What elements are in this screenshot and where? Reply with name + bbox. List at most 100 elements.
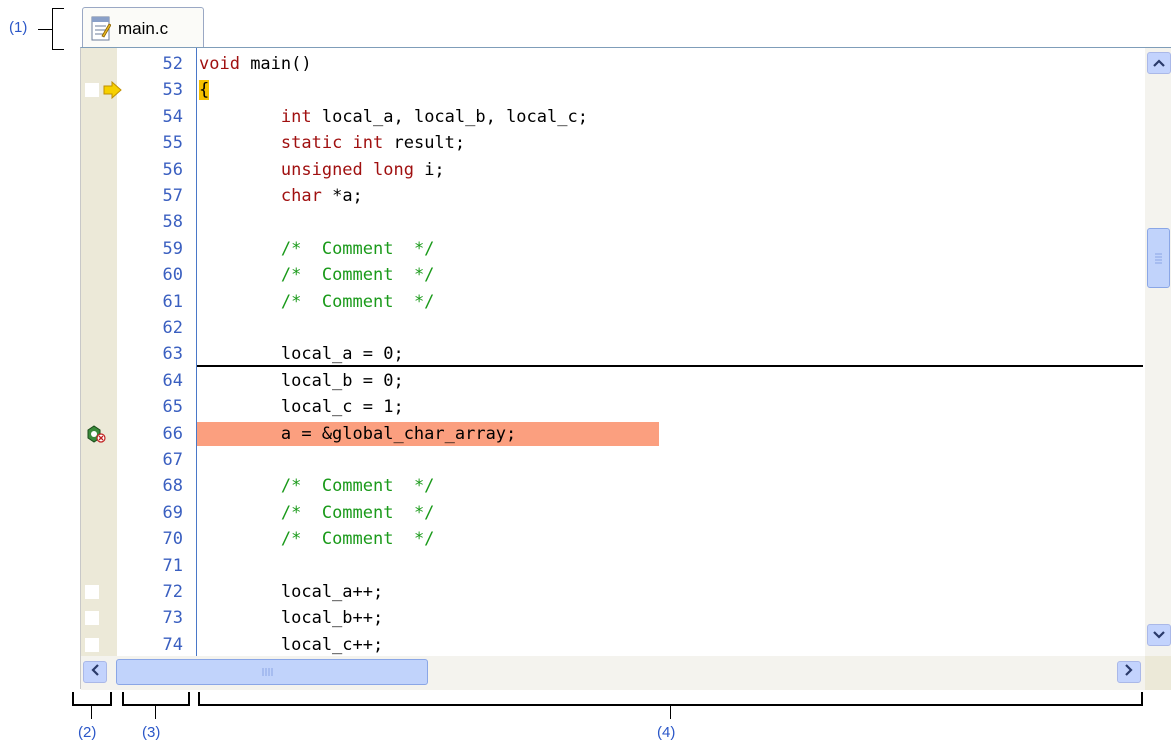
keyword-token: char (280, 186, 322, 206)
comment-token: /* Comment */ (280, 476, 435, 497)
code-text: char *a; (199, 186, 363, 206)
code-text: local_c = 1; (199, 397, 404, 417)
code-line: 53 { (81, 78, 1143, 104)
vertical-scroll-thumb[interactable] (1147, 228, 1170, 288)
code-token: local_b = 0; (199, 370, 404, 391)
line-number: 59 (162, 238, 183, 259)
code-token: result; (383, 133, 466, 154)
breakpoint-icon[interactable] (85, 424, 107, 449)
callout-1-bracket (52, 8, 53, 50)
line-number: 57 (162, 186, 183, 206)
code-token: { (199, 80, 210, 101)
horizontal-scrollbar[interactable] (81, 656, 1145, 690)
code-line: 68 /* Comment */ (81, 474, 1143, 500)
code-line: 57 char *a; (81, 184, 1143, 210)
code-token: local_c = 1; (199, 397, 404, 418)
scroll-left-button[interactable] (83, 661, 107, 683)
bracket-2-right (110, 692, 112, 704)
code-line: 70 /* Comment */ (81, 527, 1143, 553)
tab-main-c[interactable]: main.c (82, 7, 204, 49)
line-number: 62 (162, 318, 183, 338)
code-token: i; (413, 159, 445, 180)
line-number: 68 (162, 476, 183, 497)
code-text: /* Comment */ (199, 502, 435, 523)
code-line: 60 /* Comment */ (81, 263, 1143, 289)
code-line: 71 (81, 554, 1143, 580)
bracket-4-leader (670, 705, 671, 719)
callout-2: (2) (78, 724, 97, 741)
code-line: 72 local_a++; (81, 580, 1143, 606)
scroll-up-button[interactable] (1147, 52, 1171, 74)
scroll-right-button[interactable] (1117, 661, 1141, 683)
code-line: 66 a = &global_char_array; (81, 421, 1143, 449)
line-number: 65 (162, 397, 183, 418)
code-text: /* Comment */ (199, 292, 435, 312)
chevron-left-icon (91, 663, 99, 681)
code-token: main() (239, 54, 312, 74)
horizontal-scroll-thumb[interactable] (116, 659, 428, 685)
code-line: 52 void main() (81, 52, 1143, 78)
document-icon (91, 16, 112, 42)
code-line: 67 (81, 448, 1143, 474)
code-token: a = &global_char_array; (199, 423, 517, 444)
line-number: 52 (162, 54, 183, 74)
keyword-token: static int (280, 133, 384, 154)
code-token: local_b++; (199, 608, 384, 629)
event-marker[interactable] (85, 83, 99, 98)
code-token: *a; (321, 186, 363, 206)
bracket-2-left (72, 692, 74, 704)
line-number: 66 (162, 423, 183, 444)
line-number: 69 (162, 502, 183, 523)
line-number: 71 (162, 555, 183, 576)
line-number: 56 (162, 159, 183, 180)
code-text: local_c++; (199, 635, 383, 655)
code-line: 65 local_c = 1; (81, 395, 1143, 421)
vertical-scrollbar[interactable] (1145, 48, 1171, 656)
keyword-token: int (280, 106, 312, 127)
line-number: 58 (162, 212, 183, 233)
callout-1-bracket-bottom (52, 49, 64, 50)
code-line: 59 /* Comment */ (81, 237, 1143, 263)
bracket-3 (122, 704, 190, 706)
line-number: 54 (162, 106, 183, 127)
comment-token: /* Comment */ (280, 265, 435, 286)
line-number: 60 (162, 265, 183, 286)
callout-4: (4) (657, 724, 676, 741)
comment-token: /* Comment */ (280, 502, 435, 523)
bracket-2 (72, 704, 112, 706)
event-marker[interactable] (85, 637, 99, 652)
callout-1-leader (38, 29, 52, 30)
bracket-4-right (1141, 692, 1143, 704)
section-divider (197, 365, 1143, 367)
line-number: 55 (162, 133, 183, 154)
tab-label: main.c (118, 18, 169, 38)
chevron-down-icon (1153, 626, 1165, 644)
callout-1: (1) (9, 19, 28, 36)
chevron-right-icon (1125, 663, 1133, 681)
source-editor[interactable]: 52 void main() 53 {54 int local_a, local_b,… (80, 47, 1171, 690)
callout-1-bracket-top (52, 8, 64, 9)
code-line: 58 (81, 210, 1143, 236)
keyword-token: unsigned long (280, 159, 414, 180)
line-number: 72 (162, 582, 183, 602)
code-token: local_c++; (199, 634, 384, 655)
code-text: static int result; (199, 133, 465, 153)
scroll-down-button[interactable] (1147, 624, 1171, 646)
code-token: local_a = 0; (199, 344, 404, 365)
line-number: 70 (162, 529, 183, 550)
line-number: 73 (162, 608, 183, 629)
event-marker[interactable] (85, 611, 99, 626)
code-token: local_a++; (199, 582, 384, 602)
event-marker[interactable] (85, 585, 99, 599)
bracket-3-leader (155, 705, 156, 719)
code-line: 64 local_b = 0; (81, 369, 1143, 395)
callout-3: (3) (142, 724, 161, 741)
bracket-2-leader (91, 705, 92, 719)
code-text: int local_a, local_b, local_c; (199, 107, 588, 127)
